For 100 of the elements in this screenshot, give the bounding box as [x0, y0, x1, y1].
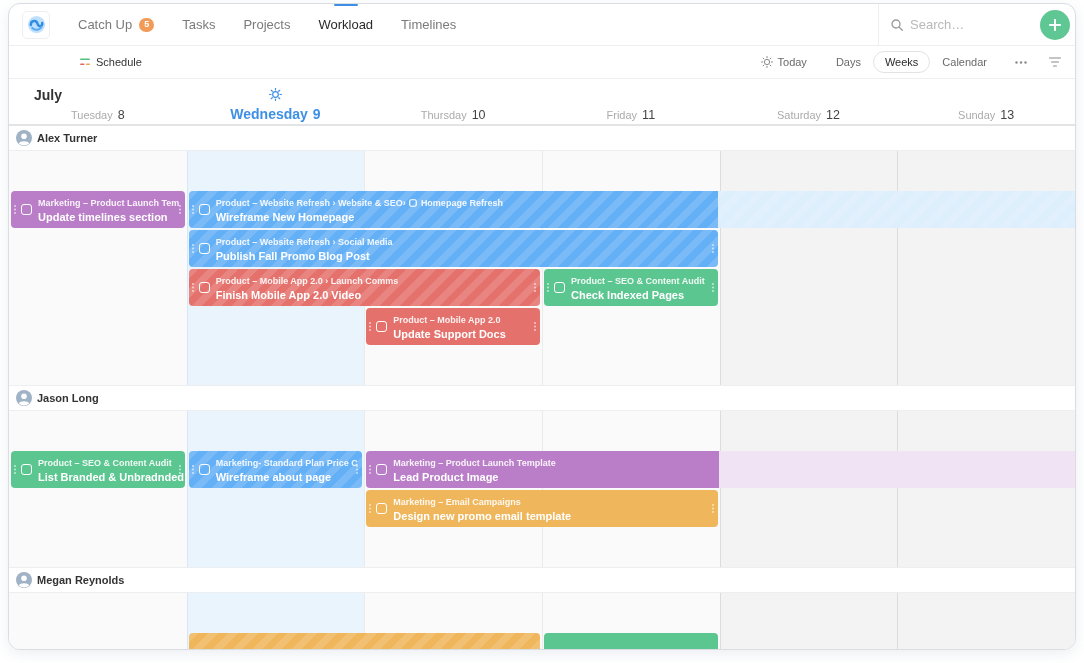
drag-handle-icon[interactable]	[178, 465, 181, 474]
task-path: Product – Website Refresh › Website & SEO›	[215, 197, 406, 209]
sun-icon	[269, 87, 282, 101]
avatar-icon	[16, 130, 32, 146]
task-checkbox[interactable]	[198, 243, 210, 254]
drag-handle-icon[interactable]	[191, 244, 194, 253]
drag-handle-icon[interactable]	[369, 465, 372, 474]
bars-icon	[80, 58, 90, 66]
task-bar[interactable]: Product – SEO & Content Audit Check Indexed Pages	[544, 269, 718, 306]
drag-handle-icon[interactable]	[191, 283, 194, 292]
today-button[interactable]: Today	[760, 53, 807, 71]
task-path: Marketing – Product Launch Tem	[38, 197, 180, 209]
task-checkbox[interactable]	[198, 282, 210, 293]
drag-handle-icon[interactable]	[369, 322, 372, 331]
day-name: Wednesday	[230, 104, 308, 124]
drag-handle-icon[interactable]	[534, 322, 536, 331]
drag-handle-icon[interactable]	[547, 283, 549, 292]
day-name: Tuesday	[70, 108, 113, 123]
add-button[interactable]	[1040, 9, 1070, 40]
month-label: July	[34, 86, 62, 105]
task-path: Marketing – Email Campaigns	[393, 496, 521, 508]
task-bar[interactable]: Marketing- Standard Plan Price C Wireframe about page	[188, 451, 363, 488]
task-path: Marketing – Product Launch Template	[393, 457, 556, 469]
drag-handle-icon[interactable]	[191, 465, 194, 474]
task-checkbox[interactable]	[554, 282, 565, 293]
day-name: Thursday	[420, 108, 467, 123]
task-title: List Branded & Unbradnded	[38, 470, 185, 484]
view-option[interactable]: Weeks	[872, 51, 931, 73]
day-name: Friday	[606, 108, 638, 123]
filter-icon	[1049, 57, 1061, 67]
task-path: Product – SEO & Content Audit	[571, 275, 705, 287]
task-checkbox[interactable]	[376, 321, 388, 332]
view-option[interactable]: Calendar	[930, 51, 999, 73]
sun-icon	[760, 56, 773, 68]
task-path: Product – SEO & Content Audit	[38, 457, 172, 469]
plus-icon	[1049, 18, 1061, 31]
count-badge: 5	[139, 17, 155, 32]
day-name: Saturday	[777, 108, 822, 123]
day-number: 12	[826, 107, 840, 124]
nav-tab[interactable]: Projects	[229, 4, 305, 45]
subtask-name: Homepage Refresh	[420, 197, 503, 209]
task-path: Product – Mobile App 2.0 › Launch Comms	[215, 275, 399, 287]
nav-tab[interactable]: Timelines	[387, 4, 471, 45]
square-icon	[408, 199, 417, 207]
task-path: Marketing- Standard Plan Price C	[215, 457, 358, 469]
task-bar[interactable]: Product – Mobile App 2.0 Update Support Docs	[366, 308, 540, 345]
day-name: Sunday	[958, 108, 996, 123]
nav-tab[interactable]: Tasks	[168, 4, 230, 45]
task-path: Product – Website Refresh › Social Media	[215, 236, 393, 248]
drag-handle-icon[interactable]	[14, 465, 16, 474]
drag-handle-icon[interactable]	[191, 205, 194, 214]
logo-icon[interactable]	[22, 10, 50, 39]
task-checkbox[interactable]	[376, 503, 388, 514]
task-path: Product – Mobile App 2.0	[393, 314, 501, 326]
task-checkbox[interactable]	[21, 204, 32, 215]
task-bar[interactable]: Marketing – Email Campaigns Design new promo email template	[366, 490, 718, 527]
task-bar[interactable]: Marketing – Product Launch Template Lead Product Image	[366, 451, 719, 488]
task-checkbox[interactable]	[376, 464, 388, 475]
task-bar[interactable]: Product – Mobile App 2.0 › Launch Comms Finish Mobile App 2.0 Video	[188, 269, 540, 306]
task-title: Publish Fall Promo Blog Post	[215, 249, 370, 263]
avatar-icon	[16, 572, 32, 588]
drag-handle-icon[interactable]	[711, 283, 714, 292]
drag-handle-icon[interactable]	[711, 504, 714, 513]
drag-handle-icon[interactable]	[178, 205, 181, 214]
person-name: Jason Long	[37, 390, 99, 406]
task-checkbox[interactable]	[21, 464, 32, 475]
search-icon	[891, 18, 903, 31]
task-checkbox[interactable]	[198, 204, 210, 215]
view-title: Schedule	[96, 54, 142, 70]
drag-handle-icon[interactable]	[534, 283, 536, 292]
drag-handle-icon[interactable]	[14, 205, 16, 214]
task-bar[interactable]: Product – SEO & Content Audit List Branded & Unbradnded	[11, 451, 185, 488]
day-number: 9	[312, 104, 321, 124]
task-title: Finish Mobile App 2.0 Video	[215, 288, 362, 302]
drag-handle-icon[interactable]	[356, 465, 359, 474]
day-number: 8	[117, 107, 125, 124]
day-number: 10	[471, 107, 486, 124]
task-title: Design new promo email template	[393, 509, 572, 523]
more-icon	[1015, 60, 1027, 64]
drag-handle-icon[interactable]	[369, 504, 372, 513]
task-bar[interactable]: Marketing – Product Launch Tem Update timelines section	[11, 191, 185, 228]
drag-handle-icon[interactable]	[711, 244, 714, 253]
task-title: Lead Product Image	[393, 470, 499, 484]
person-name: Alex Turner	[37, 130, 98, 146]
day-number: 11	[642, 107, 656, 124]
task-checkbox[interactable]	[198, 464, 210, 475]
filter-button[interactable]	[1049, 57, 1061, 67]
avatar-icon	[16, 390, 32, 406]
view-option[interactable]: Days	[823, 51, 873, 73]
day-number: 13	[1000, 107, 1015, 124]
task-title: Wireframe about page	[215, 470, 332, 484]
task-bar[interactable]: Product – Website Refresh › Website & SEO› Homepage Refresh Wireframe New Homepage	[188, 191, 719, 228]
task-title: Wireframe New Homepage	[215, 210, 355, 224]
person-name: Megan Reynolds	[37, 572, 125, 588]
nav-tab[interactable]: Catch Up 5	[64, 4, 169, 45]
nav-tab[interactable]: Workload	[304, 4, 388, 45]
task-title: Update Support Docs	[393, 327, 506, 341]
task-bar[interactable]: Product – Website Refresh › Social Media Publish Fall Promo Blog Post	[188, 230, 718, 267]
task-title: Check Indexed Pages	[571, 288, 685, 302]
search-input[interactable]: Search…	[910, 14, 1020, 35]
